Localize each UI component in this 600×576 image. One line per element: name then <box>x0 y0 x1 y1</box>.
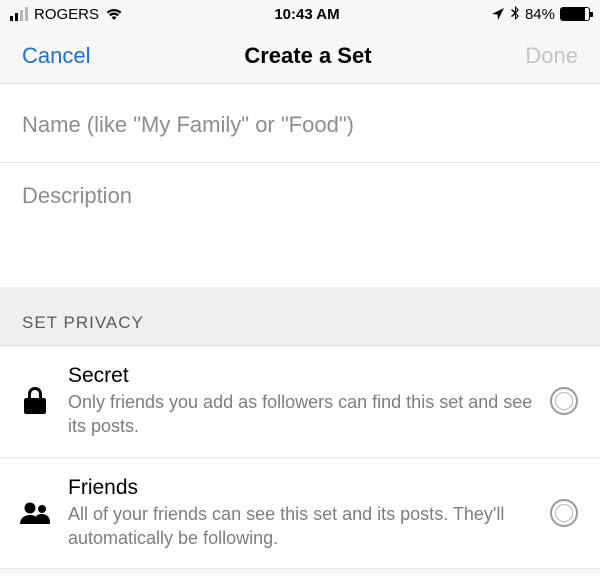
cancel-button[interactable]: Cancel <box>22 43 90 69</box>
description-input[interactable]: Description <box>0 163 600 287</box>
lock-icon <box>18 386 52 416</box>
privacy-option-text: Friends All of your friends can see this… <box>68 476 534 551</box>
nav-bar: Cancel Create a Set Done <box>0 28 600 84</box>
carrier-label: ROGERS <box>34 6 99 23</box>
status-right: 84% <box>491 6 590 23</box>
wifi-icon <box>105 7 123 21</box>
battery-percent: 84% <box>525 6 555 23</box>
privacy-list: Secret Only friends you add as followers… <box>0 346 600 569</box>
battery-icon <box>560 7 590 21</box>
page-title: Create a Set <box>244 43 371 69</box>
bluetooth-icon <box>510 6 520 22</box>
privacy-section-header: SET PRIVACY <box>0 287 600 346</box>
location-icon <box>491 7 505 21</box>
privacy-option-title: Secret <box>68 364 534 388</box>
radio-button[interactable] <box>550 499 578 527</box>
form-section: Name (like "My Family" or "Food") Descri… <box>0 84 600 287</box>
done-button[interactable]: Done <box>525 43 578 69</box>
privacy-option-subtitle: Only friends you add as followers can fi… <box>68 390 534 439</box>
signal-icon <box>10 7 28 21</box>
radio-button[interactable] <box>550 387 578 415</box>
privacy-option-secret[interactable]: Secret Only friends you add as followers… <box>0 346 600 458</box>
name-input[interactable]: Name (like "My Family" or "Food") <box>0 84 600 163</box>
status-bar: ROGERS 10:43 AM 84% <box>0 0 600 28</box>
status-time: 10:43 AM <box>274 6 339 23</box>
privacy-option-subtitle: All of your friends can see this set and… <box>68 502 534 551</box>
friends-icon <box>18 501 52 525</box>
privacy-option-friends[interactable]: Friends All of your friends can see this… <box>0 458 600 570</box>
privacy-option-text: Secret Only friends you add as followers… <box>68 364 534 439</box>
status-left: ROGERS <box>10 6 123 23</box>
privacy-option-title: Friends <box>68 476 534 500</box>
